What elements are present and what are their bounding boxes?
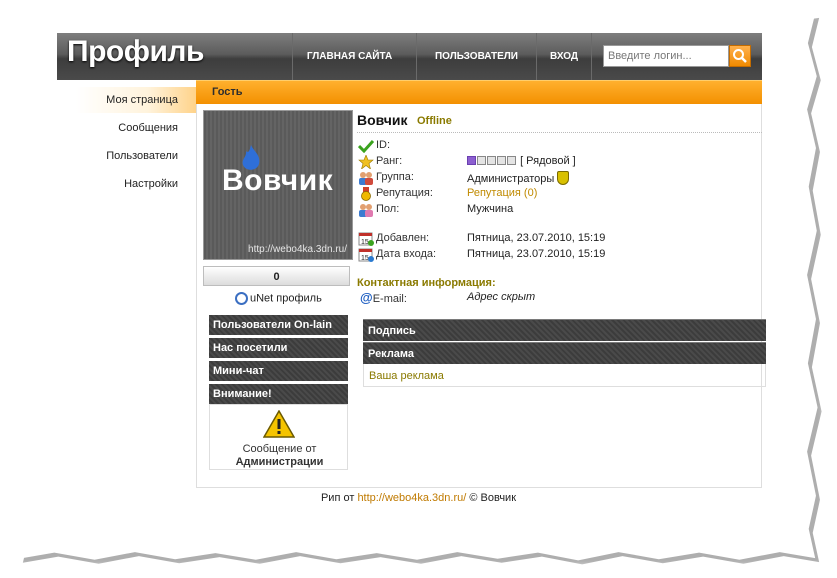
id-label: ID: xyxy=(376,139,391,151)
site-logo: Профиль xyxy=(67,35,204,68)
guest-bar xyxy=(196,80,762,104)
reputation-link[interactable]: Репутация (0) xyxy=(467,187,537,199)
footer-link[interactable]: http://webo4ka.3dn.ru/ xyxy=(357,492,466,504)
sex-value: Мужчина xyxy=(467,203,514,215)
unet-profile-link[interactable]: uNet профиль xyxy=(235,292,322,305)
login-search-input[interactable]: Введите логин... xyxy=(603,45,729,67)
avatar-url: http://webo4ka.3dn.ru/ xyxy=(248,244,347,255)
footer: Рип от http://webo4ka.3dn.ru/ © Вовчик xyxy=(0,492,837,504)
signature-bar[interactable]: Подпись xyxy=(363,319,766,341)
contact-info-title: Контактная информация: xyxy=(357,277,496,289)
menu-messages[interactable]: Сообщения xyxy=(76,115,196,141)
rank-title: [ Рядовой ] xyxy=(520,155,576,167)
nav-login[interactable]: ВХОД xyxy=(536,33,592,80)
count-bar: 0 xyxy=(203,266,350,286)
rank-box xyxy=(487,156,496,165)
email-label: @E-mail: xyxy=(360,290,407,305)
footer-prefix: Рип от xyxy=(320,492,358,504)
profile-divider xyxy=(357,132,762,133)
users-icon xyxy=(359,204,373,217)
rank-box xyxy=(477,156,486,165)
footer-suffix: © Вовчик xyxy=(466,492,517,504)
unet-icon xyxy=(235,292,248,305)
email-value: Адрес скрыт xyxy=(467,291,536,303)
nav-home[interactable]: ГЛАВНАЯ САЙТА xyxy=(292,33,406,80)
ads-bar[interactable]: Реклама xyxy=(363,342,766,364)
rank-label: Ранг: xyxy=(376,155,403,167)
added-label: Добавлен: xyxy=(376,232,430,244)
reputation-label: Репутация: xyxy=(376,187,433,199)
menu-users[interactable]: Пользователи xyxy=(76,143,196,169)
email-icon: @ xyxy=(360,290,373,305)
search-icon xyxy=(733,49,747,63)
email-label-text: E-mail: xyxy=(372,293,407,305)
unet-profile-label: uNet профиль xyxy=(250,292,322,305)
block-attention[interactable]: Внимание! xyxy=(209,384,348,404)
check-icon xyxy=(358,139,374,153)
menu-my-page[interactable]: Моя страница xyxy=(76,87,196,113)
star-icon xyxy=(358,155,374,169)
svg-text:15: 15 xyxy=(361,239,369,246)
medal-icon xyxy=(361,187,371,201)
guest-label: Гость xyxy=(212,86,243,98)
svg-text:15: 15 xyxy=(361,255,369,262)
rank-box-filled xyxy=(467,156,476,165)
group-icon xyxy=(359,172,373,185)
avatar-name: Вовчик xyxy=(222,164,334,197)
group-name: Администраторы xyxy=(467,173,555,185)
profile-name: Вовчик xyxy=(357,112,408,128)
admin-badge-icon xyxy=(557,171,570,185)
warning-icon xyxy=(263,410,295,438)
rank-box xyxy=(507,156,516,165)
group-value: Администраторы xyxy=(467,171,570,185)
login-date-value: Пятница, 23.07.2010, 15:19 xyxy=(467,248,606,260)
login-date-label: Дата входа: xyxy=(376,248,437,260)
nav-users[interactable]: ПОЛЬЗОВАТЕЛИ xyxy=(416,33,536,80)
admin-message-line2: Администрации xyxy=(235,456,324,468)
block-users-online[interactable]: Пользователи On-lain xyxy=(209,315,348,335)
block-visitors[interactable]: Нас посетили xyxy=(209,338,348,358)
profile-status: Offline xyxy=(417,115,452,127)
calendar-add-icon: 15 xyxy=(358,232,374,246)
admin-message-line1: Сообщение от xyxy=(242,443,317,455)
avatar: Вовчик http://webo4ka.3dn.ru/ xyxy=(203,110,353,260)
block-mini-chat[interactable]: Мини-чат xyxy=(209,361,348,381)
ad-text[interactable]: Ваша реклама xyxy=(369,370,444,382)
calendar-login-icon: 15 xyxy=(358,248,374,262)
rank-box xyxy=(497,156,506,165)
rank-value: [ Рядовой ] xyxy=(467,155,576,167)
search-button[interactable] xyxy=(729,45,751,67)
group-label: Группа: xyxy=(376,171,414,183)
admin-message-box: Сообщение от Администрации xyxy=(209,404,348,470)
sex-label: Пол: xyxy=(376,203,400,215)
menu-settings[interactable]: Настройки xyxy=(76,171,196,197)
added-value: Пятница, 23.07.2010, 15:19 xyxy=(467,232,606,244)
